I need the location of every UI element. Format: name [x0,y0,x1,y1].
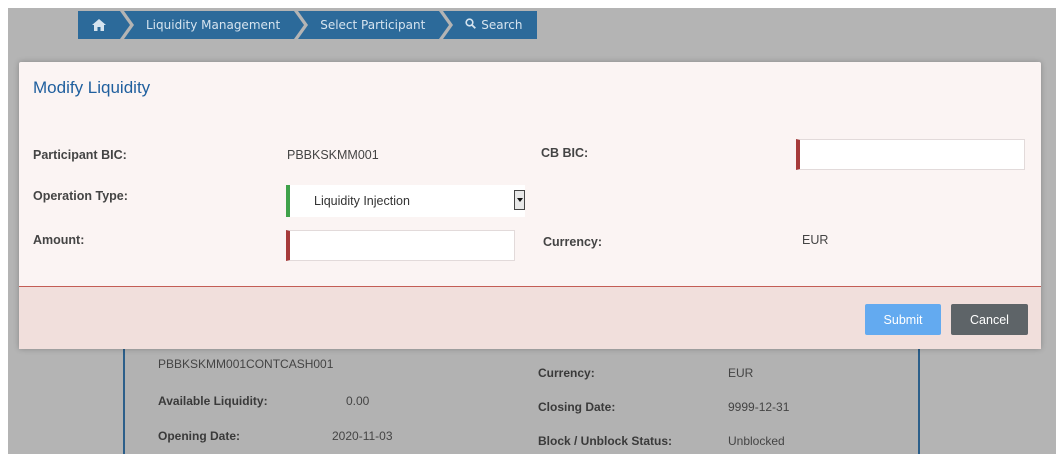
available-liquidity-value: 0.00 [346,394,370,408]
closing-date-label: Closing Date: [538,400,616,414]
breadcrumb-liquidity-management[interactable]: Liquidity Management [124,11,305,39]
breadcrumb-select-participant[interactable]: Select Participant [298,11,450,39]
block-status-label: Block / Unblock Status: [538,434,673,448]
operation-type-select[interactable]: Liquidity Injection [286,185,525,217]
cancel-button[interactable]: Cancel [951,304,1028,335]
cb-bic-input[interactable] [796,139,1025,170]
closing-date-value: 9999-12-31 [728,400,790,414]
breadcrumb: Liquidity Management Select Participant … [78,11,541,39]
modify-liquidity-modal: Modify Liquidity Participant BIC: PBBKSK… [19,62,1041,349]
account-id: PBBKSKMM001CONTCASH001 [158,357,334,371]
currency-value: EUR [728,366,754,380]
currency-label: Currency: [538,366,595,380]
opening-date-value: 2020-11-03 [332,429,393,443]
breadcrumb-label: Search [481,18,523,32]
participant-bic-label: Participant BIC: [33,148,127,162]
breadcrumb-search[interactable]: Search [443,11,537,39]
breadcrumb-label: Liquidity Management [146,18,281,32]
submit-button[interactable]: Submit [865,304,941,335]
amount-label: Amount: [33,233,85,247]
currency-label: Currency: [543,235,603,249]
operation-type-selected: Liquidity Injection [314,194,410,208]
amount-input[interactable] [286,230,515,261]
operation-type-label: Operation Type: [33,189,128,203]
currency-value: EUR [802,233,829,247]
cb-bic-label: CB BIC: [541,146,589,160]
participant-bic-value: PBBKSKMM001 [287,148,379,162]
home-icon [92,19,106,31]
breadcrumb-home[interactable] [78,11,130,39]
block-status-value: Unblocked [728,434,785,448]
modal-footer: Submit Cancel [19,286,1041,349]
modal-title: Modify Liquidity [33,78,151,97]
opening-date-label: Opening Date: [158,429,241,443]
chevron-down-icon[interactable] [514,190,525,210]
account-detail-panel: PBBKSKMM001CONTCASH001 Available Liquidi… [123,340,920,454]
available-liquidity-label: Available Liquidity: [158,394,268,408]
breadcrumb-label: Select Participant [320,18,426,32]
search-icon [465,18,477,32]
